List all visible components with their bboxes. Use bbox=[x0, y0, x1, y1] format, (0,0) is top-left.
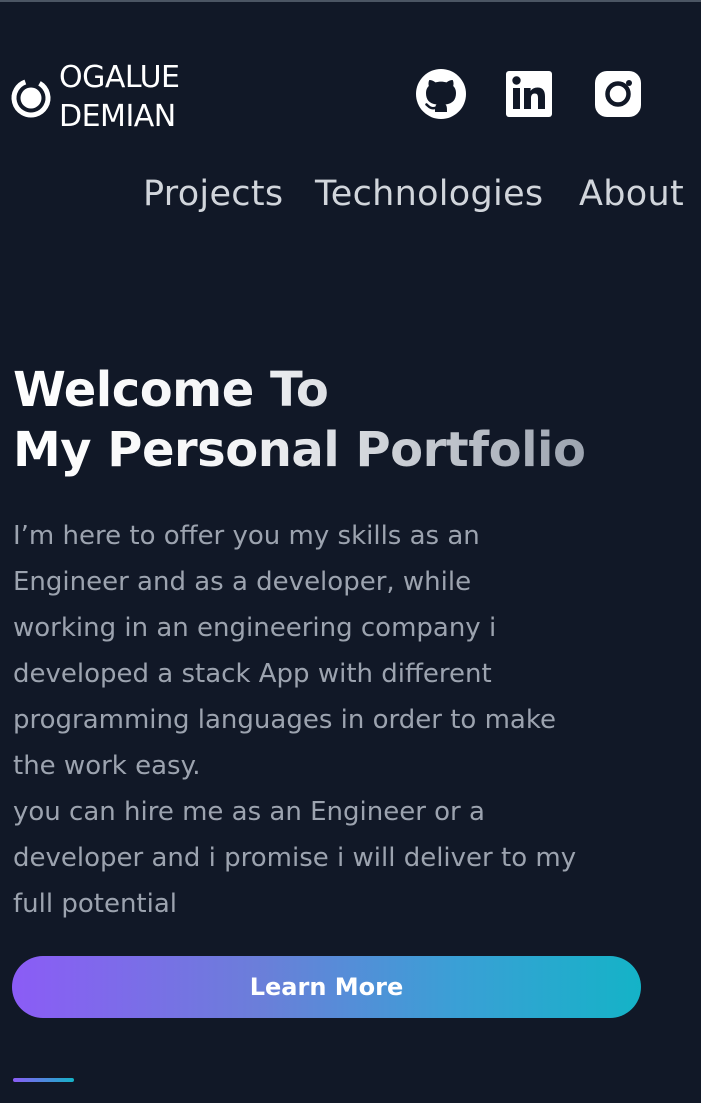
brand-name-line2: DEMIAN bbox=[59, 99, 176, 134]
hero-description-line: full potential bbox=[13, 889, 177, 919]
hero-description-line: working in an engineering company i bbox=[13, 613, 497, 643]
nav-item-projects[interactable]: Projects bbox=[143, 172, 283, 216]
hero-description-line: Engineer and as a developer, while bbox=[13, 567, 472, 597]
hero-description-line: you can hire me as an Engineer or a bbox=[13, 797, 485, 827]
brand-name-line1: OGALUE bbox=[59, 60, 180, 95]
linkedin-link[interactable] bbox=[503, 68, 555, 120]
instagram-icon bbox=[595, 71, 641, 117]
nav-item-technologies[interactable]: Technologies bbox=[315, 172, 543, 216]
brand-name: OGALUE DEMIAN bbox=[59, 58, 180, 136]
hero-description-line: developer and i promise i will deliver t… bbox=[13, 843, 577, 873]
section-divider bbox=[13, 1078, 74, 1082]
brand-logo-link[interactable]: OGALUE DEMIAN bbox=[10, 58, 180, 136]
hero-description: I’m here to offer you my skills as an En… bbox=[13, 513, 653, 927]
hero-title-line1: Welcome To bbox=[13, 362, 329, 418]
github-link[interactable] bbox=[415, 68, 467, 120]
hero-description-line: programming languages in order to make bbox=[13, 705, 556, 735]
instagram-link[interactable] bbox=[592, 68, 644, 120]
nav-item-about[interactable]: About bbox=[579, 172, 684, 216]
top-border bbox=[0, 0, 701, 2]
linkedin-icon bbox=[506, 71, 552, 117]
hero-description-line: I’m here to offer you my skills as an bbox=[13, 521, 480, 551]
brand-circle-icon bbox=[11, 78, 51, 118]
learn-more-button[interactable]: Learn More bbox=[12, 956, 641, 1018]
hero-description-line: developed a stack App with different bbox=[13, 659, 492, 689]
main-nav: Projects Technologies About bbox=[0, 172, 701, 220]
github-icon bbox=[416, 69, 466, 119]
hero-description-line: the work easy. bbox=[13, 751, 201, 781]
hero-title: Welcome To My Personal Portfolio bbox=[13, 360, 585, 480]
hero-title-line2: My Personal Portfolio bbox=[13, 422, 586, 478]
